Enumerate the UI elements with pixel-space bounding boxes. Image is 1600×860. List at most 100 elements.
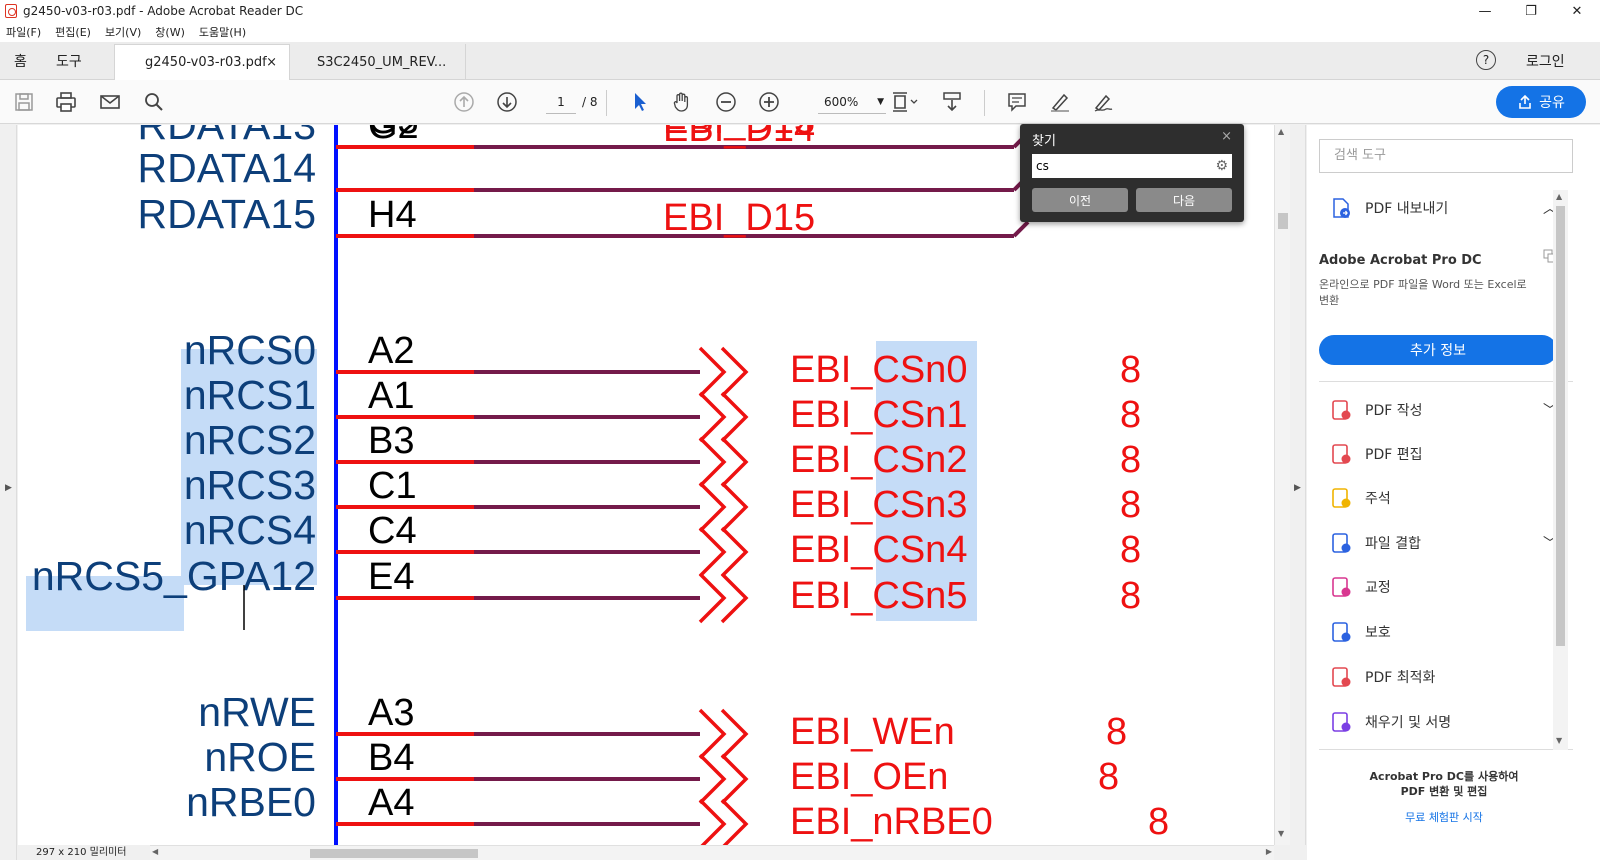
more-info-button[interactable]: 추가 정보 — [1319, 335, 1557, 365]
tool-item[interactable]: PDF 작성 ﹀ — [1307, 395, 1567, 425]
tab-label: g2450-v03-r03.pdf — [145, 55, 267, 70]
login-link[interactable]: 로그인 — [1526, 42, 1565, 79]
find-previous-button[interactable]: 이전 — [1032, 188, 1128, 212]
find-close-icon[interactable]: × — [1221, 129, 1232, 144]
scroll-up-icon[interactable]: ▲ — [1556, 192, 1562, 201]
share-button[interactable]: 공유 — [1496, 86, 1586, 118]
search-icon[interactable] — [142, 90, 166, 114]
tab-close-icon[interactable]: × — [266, 55, 277, 70]
pdf-page-view[interactable]: G3EBI_D13RDATA13G2EBI_D14RDATA14RDATA15H… — [18, 125, 1274, 845]
tool-item[interactable]: PDF 최적화 — [1307, 662, 1567, 692]
scroll-down-icon[interactable]: ▼ — [1556, 736, 1562, 745]
help-icon[interactable]: ? — [1476, 50, 1496, 70]
tool-item[interactable]: 파일 결합 ﹀ — [1307, 528, 1567, 558]
off-page-connector — [698, 346, 749, 398]
gear-icon[interactable]: ⚙ — [1215, 154, 1228, 178]
off-page-connector — [698, 708, 749, 760]
net-label: EBI_CSn5 — [790, 575, 967, 617]
scroll-right-icon[interactable]: ▶ — [1266, 847, 1272, 856]
comment-icon[interactable] — [1005, 90, 1029, 114]
tool-item[interactable]: 채우기 및 서명 — [1307, 707, 1567, 737]
pin-name: C4 — [368, 510, 417, 552]
right-pane-toggle[interactable]: ▶ — [1290, 125, 1306, 845]
sign-icon[interactable] — [1091, 90, 1115, 114]
page-reference: 8 — [1120, 439, 1141, 481]
find-input[interactable]: cs ⚙ — [1032, 154, 1232, 178]
left-pane-toggle[interactable]: ▶ — [0, 125, 17, 860]
tool-item[interactable]: 주석 — [1307, 483, 1567, 513]
page-number-input[interactable]: 1 — [546, 90, 576, 114]
restore-button[interactable]: ❐ — [1508, 0, 1554, 22]
find-query: cs — [1036, 159, 1049, 173]
tool-label: 채우기 및 서명 — [1365, 715, 1452, 731]
menu-view[interactable]: 보기(V) — [105, 24, 141, 40]
tool-label: 교정 — [1365, 580, 1391, 596]
toolbar-separator — [984, 90, 985, 116]
zoom-out-icon[interactable] — [714, 90, 738, 114]
highlight-icon[interactable] — [1048, 90, 1072, 114]
acrobat-icon — [5, 4, 17, 18]
page-total: / 8 — [582, 95, 598, 109]
save-icon[interactable] — [12, 90, 36, 114]
previous-page-icon[interactable] — [452, 90, 476, 114]
tab-document-active[interactable]: g2450-v03-r03.pdf × — [114, 44, 290, 80]
menu-window[interactable]: 창(W) — [155, 24, 185, 40]
tool-icon — [1332, 400, 1351, 420]
tool-icon — [1332, 444, 1351, 464]
scroll-mode-icon[interactable] — [940, 90, 964, 114]
print-icon[interactable] — [54, 90, 78, 114]
zoom-level-select[interactable]: 600% ▼ — [818, 90, 886, 114]
net-name: nRCS3 — [184, 462, 316, 508]
pin-name: G2 — [368, 125, 419, 147]
nav-home[interactable]: 홈 — [14, 42, 27, 79]
net-label: EBI_CSn2 — [790, 439, 967, 481]
export-pdf-tool[interactable]: PDF 내보내기 ︿ — [1307, 193, 1567, 223]
menu-file[interactable]: 파일(F) — [6, 24, 41, 40]
net-name: nRCS2 — [184, 417, 316, 463]
document-horizontal-scrollbar[interactable]: ◀ ▶ — [150, 845, 1274, 860]
minimize-button[interactable]: — — [1462, 0, 1508, 22]
scrollbar-thumb[interactable] — [1278, 213, 1288, 229]
scrollbar-thumb[interactable] — [310, 849, 478, 858]
pin-name: A4 — [368, 782, 414, 824]
scroll-down-icon[interactable]: ▼ — [1278, 829, 1284, 838]
tool-item[interactable]: 교정 — [1307, 572, 1567, 602]
expand-left-icon: ▶ — [5, 483, 12, 493]
page-reference: 8 — [1148, 801, 1169, 843]
hand-tool-icon[interactable] — [670, 90, 694, 114]
menu-edit[interactable]: 편집(E) — [55, 24, 91, 40]
scrollbar-thumb[interactable] — [1556, 206, 1565, 646]
tools-pane-scrollbar[interactable]: ▲ ▼ — [1553, 190, 1568, 750]
net-label: EBI_CSn1 — [790, 394, 967, 436]
page-reference: 8 — [1098, 756, 1119, 798]
tools-search-input[interactable]: 검색 도구 — [1319, 139, 1573, 173]
tool-icon — [1332, 622, 1351, 642]
tool-item[interactable]: PDF 편집 — [1307, 439, 1567, 469]
tab-document-2[interactable]: S3C2450_UM_REV... — [290, 44, 466, 80]
nav-tools[interactable]: 도구 — [56, 42, 82, 79]
select-cursor-icon[interactable] — [628, 90, 652, 114]
find-title: 찾기 — [1032, 134, 1056, 149]
page-fit-icon[interactable] — [888, 90, 922, 114]
free-trial-link[interactable]: 무료 체험판 시작 — [1307, 809, 1581, 825]
tool-icon — [1332, 577, 1351, 597]
window-controls: — ❐ ✕ — [1462, 0, 1600, 22]
scroll-up-icon[interactable]: ▲ — [1278, 127, 1284, 136]
close-window-button[interactable]: ✕ — [1554, 0, 1600, 22]
zoom-in-icon[interactable] — [757, 90, 781, 114]
menu-help[interactable]: 도움말(H) — [199, 24, 246, 40]
tool-label: PDF 최적화 — [1365, 670, 1436, 686]
tab-label: S3C2450_UM_REV... — [317, 54, 447, 70]
net-name: nROE — [204, 734, 316, 780]
next-page-icon[interactable] — [495, 90, 519, 114]
collapse-right-icon: ▶ — [1294, 483, 1301, 493]
divider — [1319, 749, 1573, 750]
document-vertical-scrollbar[interactable]: ▲ ▼ — [1274, 125, 1290, 845]
find-next-button[interactable]: 다음 — [1136, 188, 1232, 212]
email-icon[interactable] — [98, 90, 122, 114]
export-pdf-icon — [1333, 198, 1350, 218]
scroll-left-icon[interactable]: ◀ — [152, 847, 158, 856]
tool-item[interactable]: 보호 — [1307, 617, 1567, 647]
net-name: RDATA15 — [138, 191, 316, 237]
promo-footer: Acrobat Pro DC를 사용하여 PDF 변환 및 편집 — [1307, 769, 1581, 799]
